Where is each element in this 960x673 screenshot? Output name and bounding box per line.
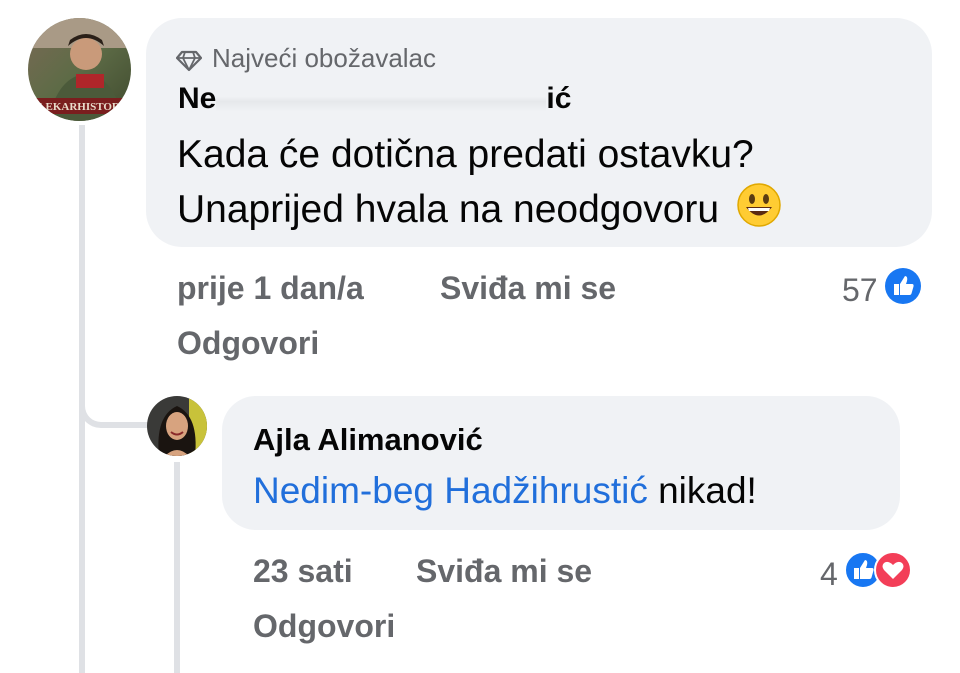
badge-label: Najveći obožavalac [212,43,437,73]
commenter-avatar[interactable]: LEKARHISTOR [28,18,131,121]
author-end: ić [546,86,572,112]
comment-line-1: Kada će dotična predati ostavku? [177,133,754,176]
comment-reply-button[interactable]: Odgovori [177,325,319,362]
svg-text:LEKARHISTOR: LEKARHISTOR [38,101,121,113]
comment-time[interactable]: prije 1 dan/a [177,270,364,307]
reply-text: Nedim-beg Hadžihrustić nikad! [253,470,757,512]
reply-like-button[interactable]: Sviđa mi se [416,553,592,590]
reply-reaction-count: 4 [820,555,838,592]
reply-author-name[interactable]: Ajla Alimanović [253,422,483,458]
top-fan-badge: Najveći obožavalac [175,43,437,74]
reply-reply-button[interactable]: Odgovori [253,608,395,645]
comment-reactions[interactable]: 57 [842,267,922,313]
reply-mention-link[interactable]: Nedim-beg Hadžihrustić [253,470,648,511]
redaction-blur [216,86,547,112]
comment-like-button[interactable]: Sviđa mi se [440,270,616,307]
diamond-icon [175,48,203,71]
thread-line-branch [79,398,149,428]
reply-time[interactable]: 23 sati [253,553,353,590]
comment-reaction-count: 57 [842,271,878,308]
like-icon [884,267,922,313]
grinning-emoji-icon [736,182,782,241]
comment-line-2: Unaprijed hvala na neodgovoru [177,182,782,241]
comment-bubble: Najveći obožavalac Ne ić Kada će dotična … [146,18,932,247]
reply-bubble: Ajla Alimanović Nedim-beg Hadžihrustić n… [222,396,900,530]
author-start: Ne [178,86,217,112]
thread-line-reply [174,462,180,673]
reply-text-rest: nikad! [647,470,757,511]
love-icon [873,551,912,597]
reply-reactions[interactable]: 4 [820,551,912,597]
comment-line-2-text: Unaprijed hvala na neodgovoru [177,188,720,231]
replier-avatar[interactable] [147,396,207,456]
comment-author-redacted[interactable]: Ne ić [178,86,571,112]
